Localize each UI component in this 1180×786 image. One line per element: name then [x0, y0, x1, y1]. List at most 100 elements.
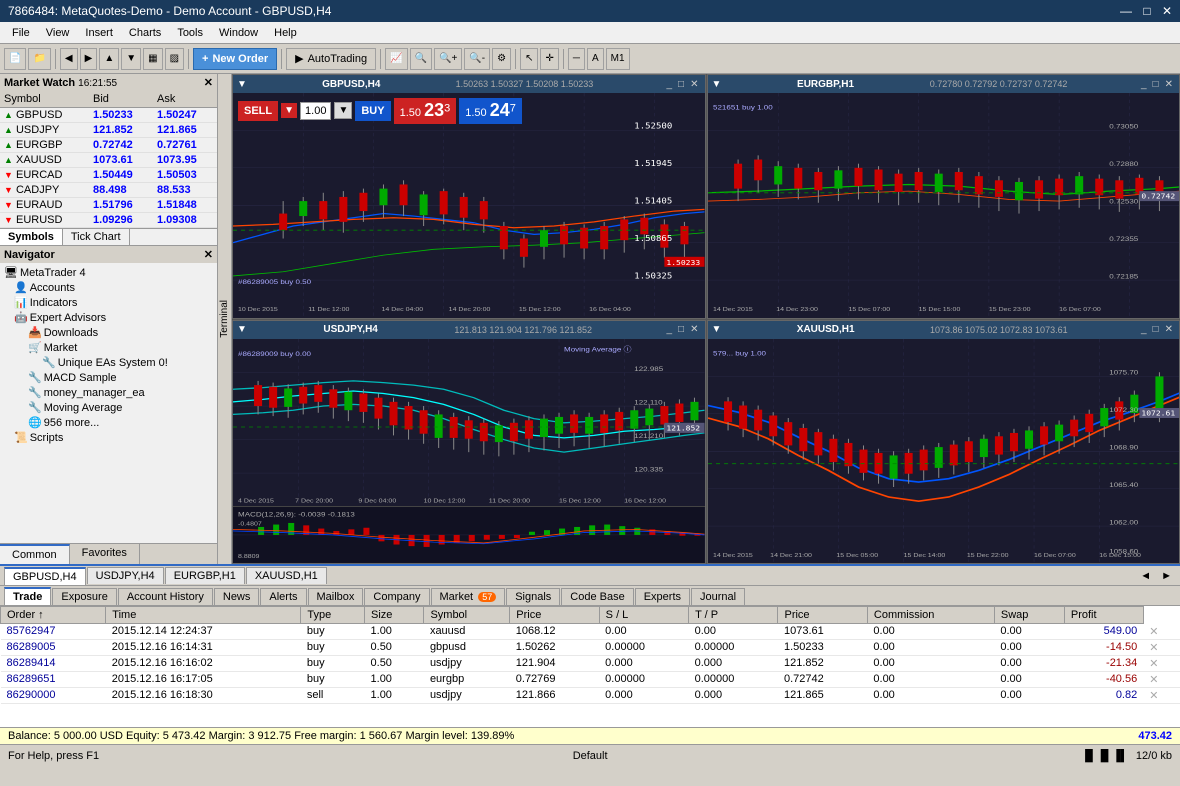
toolbar-new[interactable]: 📄	[4, 48, 26, 70]
chart-xauusd-restore[interactable]: □	[1151, 324, 1161, 335]
sell-button[interactable]: SELL	[238, 101, 278, 121]
chart-tab-gbpusd[interactable]: GBPUSD,H4	[4, 567, 86, 585]
nav-item-downloads[interactable]: 📥 Downloads	[0, 325, 217, 340]
chart-gbpusd-expand[interactable]: ▼	[237, 79, 247, 90]
market-watch-row[interactable]: ▼ EURUSD 1.09296 1.09308	[0, 213, 217, 228]
th-tp[interactable]: T / P	[689, 607, 778, 624]
toolbar-up[interactable]: ▲	[99, 48, 119, 70]
chart-gbpusd-close[interactable]: ✕	[688, 79, 700, 90]
toolbar-search[interactable]: 🔍	[410, 48, 432, 70]
toolbar-zoom-out[interactable]: 🔍-	[464, 48, 490, 70]
toolbar-candle[interactable]: ▨	[165, 48, 184, 70]
terminal-tab-exposure[interactable]: Exposure	[52, 588, 116, 605]
th-size[interactable]: Size	[365, 607, 424, 624]
nav-item-macd[interactable]: 🔧 MACD Sample	[0, 370, 217, 385]
side-terminal-toggle[interactable]: Terminal	[218, 74, 232, 564]
th-sl[interactable]: S / L	[599, 607, 688, 624]
nav-item-market[interactable]: 🛒 Market	[0, 340, 217, 355]
mw-tab-symbols[interactable]: Symbols	[0, 229, 63, 245]
nav-item-metatrader[interactable]: 🖥 MetaTrader 4	[0, 265, 217, 280]
market-watch-close[interactable]: ✕	[204, 76, 213, 89]
chart-gbpusd-restore[interactable]: □	[676, 79, 686, 90]
th-profit[interactable]: Profit	[1064, 607, 1143, 624]
chart-eurgbp-body[interactable]: 0.73050 0.72880 0.72530 0.72355 0.72185 …	[708, 93, 1180, 318]
terminal-tab-experts[interactable]: Experts	[635, 588, 690, 605]
terminal-tab-trade[interactable]: Trade	[4, 587, 51, 605]
menu-help[interactable]: Help	[266, 25, 305, 41]
chart-usdjpy-restore[interactable]: □	[676, 324, 686, 335]
toolbar-text[interactable]: A	[587, 48, 604, 70]
chart-eurgbp-expand[interactable]: ▼	[712, 79, 722, 90]
menu-charts[interactable]: Charts	[121, 25, 169, 41]
th-current-price[interactable]: Price	[778, 607, 867, 624]
market-watch-row[interactable]: ▲ XAUUSD 1073.61 1073.95	[0, 153, 217, 168]
toolbar-zoom-in[interactable]: 🔍+	[434, 48, 462, 70]
toolbar-indicators[interactable]: 📈	[385, 48, 407, 70]
chart-usdjpy-expand[interactable]: ▼	[237, 324, 247, 335]
maximize-btn[interactable]: □	[1143, 4, 1150, 18]
trade-close[interactable]: ✕	[1143, 687, 1180, 703]
terminal-tab-account-history[interactable]: Account History	[118, 588, 213, 605]
chart-tabs-arrow-right[interactable]: ►	[1157, 568, 1176, 584]
terminal-tab-news[interactable]: News	[214, 588, 260, 605]
nav-item-unique-ea[interactable]: 🔧 Unique EAs System 0!	[0, 355, 217, 370]
chart-usdjpy-min[interactable]: _	[664, 324, 674, 335]
chart-xauusd-close[interactable]: ✕	[1163, 324, 1175, 335]
th-time[interactable]: Time	[106, 607, 301, 624]
market-watch-row[interactable]: ▲ EURGBP 0.72742 0.72761	[0, 138, 217, 153]
chart-tab-xauusd[interactable]: XAUUSD,H1	[246, 567, 327, 584]
th-symbol[interactable]: Symbol	[424, 607, 510, 624]
nav-item-accounts[interactable]: 👤 Accounts	[0, 280, 217, 295]
chart-xauusd-body[interactable]: 1075.70 1072.30 1068.90 1065.40 1062.00 …	[708, 339, 1180, 564]
nav-tab-favorites[interactable]: Favorites	[70, 544, 140, 564]
menu-tools[interactable]: Tools	[169, 25, 211, 41]
chart-gbpusd-min[interactable]: _	[664, 79, 674, 90]
chart-tab-usdjpy[interactable]: USDJPY,H4	[87, 567, 164, 584]
auto-trading-button[interactable]: ▶ AutoTrading	[286, 48, 376, 70]
menu-insert[interactable]: Insert	[77, 25, 121, 41]
th-type[interactable]: Type	[301, 607, 365, 624]
chart-xauusd-expand[interactable]: ▼	[712, 324, 722, 335]
minimize-btn[interactable]: —	[1120, 4, 1132, 18]
market-watch-row[interactable]: ▲ GBPUSD 1.50233 1.50247	[0, 108, 217, 123]
market-watch-row[interactable]: ▼ EURAUD 1.51796 1.51848	[0, 198, 217, 213]
chart-tab-eurgbp[interactable]: EURGBP,H1	[165, 567, 245, 584]
nav-item-indicators[interactable]: 📊 Indicators	[0, 295, 217, 310]
sell-dropdown[interactable]: ▼	[281, 103, 297, 118]
menu-file[interactable]: File	[4, 25, 38, 41]
chart-eurgbp-restore[interactable]: □	[1151, 79, 1161, 90]
th-swap[interactable]: Swap	[994, 607, 1064, 624]
chart-usdjpy-close[interactable]: ✕	[688, 324, 700, 335]
terminal-tab-alerts[interactable]: Alerts	[260, 588, 306, 605]
navigator-close[interactable]: ✕	[204, 248, 213, 261]
toolbar-dn[interactable]: ▼	[121, 48, 141, 70]
nav-item-956-more[interactable]: 🌐 956 more...	[0, 415, 217, 430]
nav-item-scripts[interactable]: 📜 Scripts	[0, 430, 217, 445]
market-watch-row[interactable]: ▲ USDJPY 121.852 121.865	[0, 123, 217, 138]
chart-usdjpy-body[interactable]: 122.985 122.110 121.210 120.335 121.852 …	[233, 339, 705, 564]
toolbar-line[interactable]: ─	[568, 48, 585, 70]
chart-gbpusd-body[interactable]: 1.52500 1.51945 1.51405 1.50865 1.50325 …	[233, 93, 705, 318]
terminal-tab-mailbox[interactable]: Mailbox	[308, 588, 364, 605]
nav-item-moving-average[interactable]: 🔧 Moving Average	[0, 400, 217, 415]
chart-xauusd-min[interactable]: _	[1139, 324, 1149, 335]
mw-tab-tick[interactable]: Tick Chart	[63, 229, 130, 245]
terminal-tab-market[interactable]: Market 57	[431, 588, 506, 605]
chart-eurgbp-close[interactable]: ✕	[1163, 79, 1175, 90]
toolbar-properties[interactable]: ⚙	[492, 48, 511, 70]
nav-item-money-manager[interactable]: 🔧 money_manager_ea	[0, 385, 217, 400]
terminal-tab-signals[interactable]: Signals	[506, 588, 560, 605]
nav-item-expert-advisors[interactable]: 🤖 Expert Advisors	[0, 310, 217, 325]
buy-button[interactable]: BUY	[355, 101, 390, 121]
trade-close[interactable]: ✕	[1143, 639, 1180, 655]
close-btn[interactable]: ✕	[1162, 4, 1172, 18]
terminal-tab-company[interactable]: Company	[364, 588, 429, 605]
toolbar-period[interactable]: M1	[606, 48, 630, 70]
toolbar-fwd[interactable]: ▶	[80, 48, 98, 70]
market-watch-row[interactable]: ▼ EURCAD 1.50449 1.50503	[0, 168, 217, 183]
chart-tabs-arrow-left[interactable]: ◄	[1136, 568, 1155, 584]
lot-dropdown[interactable]: ▼	[334, 102, 352, 119]
navigator-content[interactable]: 🖥 MetaTrader 4 👤 Accounts 📊 Indicators 🤖…	[0, 263, 217, 543]
trade-close[interactable]: ✕	[1143, 671, 1180, 687]
toolbar-back[interactable]: ◀	[60, 48, 78, 70]
